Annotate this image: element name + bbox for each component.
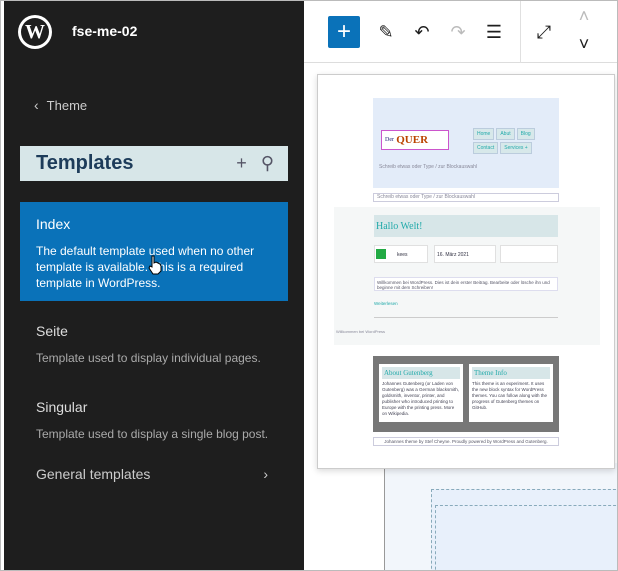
preview-credit: Johannes theme by Stef Cheyne. Proudly p… [373,437,559,446]
preview-date: 16. März 2021 [434,245,496,263]
inner-block[interactable] [435,505,617,570]
canvas-block-area[interactable] [384,463,617,570]
site-editor: W fse-me-02 ‹ Theme Templates + ⚲ Index … [0,0,618,571]
templates-header: Templates + ⚲ [20,146,288,181]
site-name: fse-me-02 [72,23,138,39]
back-label: Theme [46,97,88,113]
template-description: Template used to display a single blog p… [36,427,269,441]
preview-placeholder-line: Schreib etwas oder Type / zur Blockauswa… [373,193,559,202]
templates-title: Templates [36,152,134,174]
search-icon[interactable]: ⚲ [261,153,274,174]
navigation-sidebar: W fse-me-02 ‹ Theme Templates + ⚲ Index … [4,1,304,570]
preview-post: Hallo Welt! kees 16. März 2021 Willkomme… [334,207,600,345]
template-title: Seite [36,323,68,339]
hand-cursor-icon [148,255,162,275]
back-to-theme-button[interactable]: ‹ Theme [34,97,87,113]
preview-separator [374,317,558,318]
preview-footer-widgets: About Gutenberg Johannes Gutenberg (or L… [373,356,559,432]
preview-post-title: Hallo Welt! [374,215,558,237]
preview-left-note: Willkommen bei WordPress [336,329,386,334]
preview-widget-about: About Gutenberg Johannes Gutenberg (or L… [379,364,463,422]
general-templates-link[interactable]: General templates › [36,466,268,482]
chevron-left-icon: ‹ [34,97,39,113]
preview-widget-theme: Theme Info This theme is an experiment. … [469,364,553,422]
general-templates-label: General templates [36,466,151,482]
chevron-right-icon: › [263,466,268,482]
preview-header: Der QUER Home Abut Blog Contact Services… [373,98,559,188]
chevron-up-icon[interactable]: ˄ [568,5,600,27]
add-template-icon[interactable]: + [236,153,247,174]
expand-icon[interactable]: ⤢ [528,16,560,48]
toolbar-divider [520,1,521,63]
wordpress-logo-icon[interactable]: W [18,15,52,49]
template-title: Index [36,216,71,232]
undo-icon[interactable]: ↶ [406,16,438,48]
pencil-icon[interactable]: ✎ [370,16,402,48]
template-item-singular[interactable]: Singular Template used to display a sing… [20,399,288,442]
add-block-button[interactable]: + [328,16,360,48]
list-view-icon[interactable]: ☰ [478,16,510,48]
preview-site-logo: Der QUER [381,130,449,150]
template-item-seite[interactable]: Seite Template used to display individua… [20,323,288,366]
template-item-index[interactable]: Index The default template used when no … [20,202,288,301]
chevron-down-icon[interactable]: ˅ [568,33,600,55]
preview-read-more: Weiterlesen [374,301,398,306]
preview-tagline: Schreib etwas oder Type / zur Blockauswa… [379,164,478,170]
preview-avatar [376,249,386,259]
template-preview-popover: Der QUER Home Abut Blog Contact Services… [317,74,615,469]
preview-navigation: Home Abut Blog Contact Services + [473,128,551,154]
template-description: Template used to display individual page… [36,351,261,365]
template-title: Singular [36,399,88,415]
preview-meta-extra [500,245,558,263]
preview-excerpt: Willkommen bei WordPress. Dies ist dein … [374,277,558,291]
redo-icon[interactable]: ↷ [442,16,474,48]
editor-toolbar: + ✎ ↶ ↷ ☰ ⤢ ˄ ˅ [304,1,617,63]
